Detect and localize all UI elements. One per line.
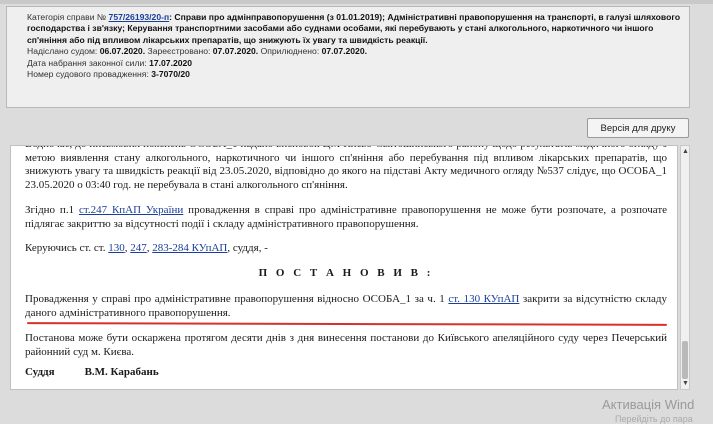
paragraph-article-247: Згідно п.1 ст.247 КпАП України проваджен…	[11, 204, 677, 231]
proceeding-row: Номер судового провадження: 3-7070/20	[27, 69, 681, 80]
paragraph-medical-report: Водночас, до письмових пояснень ОСОБА_1 …	[25, 146, 667, 191]
red-underline-annotation	[26, 322, 668, 326]
judge-name: В.М. Карабань	[84, 366, 159, 378]
windows-activation-watermark: Активація Wind	[602, 397, 695, 412]
article-247-short-link[interactable]: 247	[130, 242, 147, 254]
document-viewer[interactable]: Водночас, до письмових пояснень ОСОБА_1 …	[10, 145, 678, 390]
category-label: Категорія справи №	[27, 12, 107, 22]
p4-pre: Провадження у справі про адміністративне…	[25, 293, 445, 305]
article-247-link[interactable]: ст.247 КпАП України	[79, 204, 183, 216]
scroll-up-arrow-icon[interactable]: ▲	[682, 148, 689, 155]
article-283-284-link[interactable]: 283-284 КУпАП	[152, 242, 227, 254]
sent-value: 06.07.2020.	[99, 46, 146, 57]
judge-signature: Суддя В.М. Карабань	[11, 366, 677, 380]
dates-row: Надіслано судом: 06.07.2020. Зареєстрова…	[27, 46, 681, 57]
legal-force-label: Дата набрання законної сили:	[27, 57, 147, 68]
published-label: Оприлюднено:	[260, 46, 320, 57]
case-number-link[interactable]: 757/26193/20-п	[109, 12, 170, 22]
scroll-thumb[interactable]	[682, 341, 688, 379]
paragraph-decision: Провадження у справі про адміністративне…	[11, 293, 677, 320]
scroll-down-arrow-icon[interactable]: ▼	[682, 380, 689, 387]
sent-label: Надіслано судом:	[27, 46, 98, 57]
p3-post: , суддя, -	[227, 242, 268, 254]
print-version-button[interactable]: Версія для друку	[587, 118, 689, 138]
print-toolbar: Версія для друку	[6, 108, 690, 148]
case-info-panel: Категорія справи № 757/26193/20-п: Справ…	[6, 6, 690, 108]
paragraph-appeal: Постанова може бути оскаржена протягом д…	[25, 332, 667, 358]
judge-label: Суддя	[25, 366, 55, 378]
article-130-link[interactable]: 130	[108, 242, 125, 254]
registered-label: Зареєстровано:	[147, 46, 211, 57]
article-130-kupap-link[interactable]: ст. 130 КУпАП	[448, 293, 519, 305]
legal-force-row: Дата набрання законної сили: 17.07.2020	[27, 58, 681, 69]
document-scrollbar[interactable]: ▲ ▼	[680, 145, 690, 390]
resolution-heading: П О С Т А Н О В И В :	[258, 267, 434, 279]
paragraph-guided-by: Керуючись ст. ст. 130, 247, 283-284 КУпА…	[25, 242, 268, 254]
p2-pre: Згідно п.1	[25, 204, 75, 216]
case-category: Категорія справи № 757/26193/20-п: Справ…	[27, 12, 681, 46]
proceeding-value: 3-7070/20	[151, 69, 190, 80]
proceeding-label: Номер судового провадження:	[27, 69, 149, 80]
legal-force-value: 17.07.2020	[149, 57, 193, 68]
category-text-1: : Справи про адмінправопорушення (з 01.0…	[169, 12, 632, 22]
top-shadow	[0, 0, 713, 4]
published-value: 07.07.2020.	[321, 46, 368, 57]
p3-pre: Керуючись ст. ст.	[25, 242, 106, 254]
registered-value: 07.07.2020.	[212, 46, 259, 57]
